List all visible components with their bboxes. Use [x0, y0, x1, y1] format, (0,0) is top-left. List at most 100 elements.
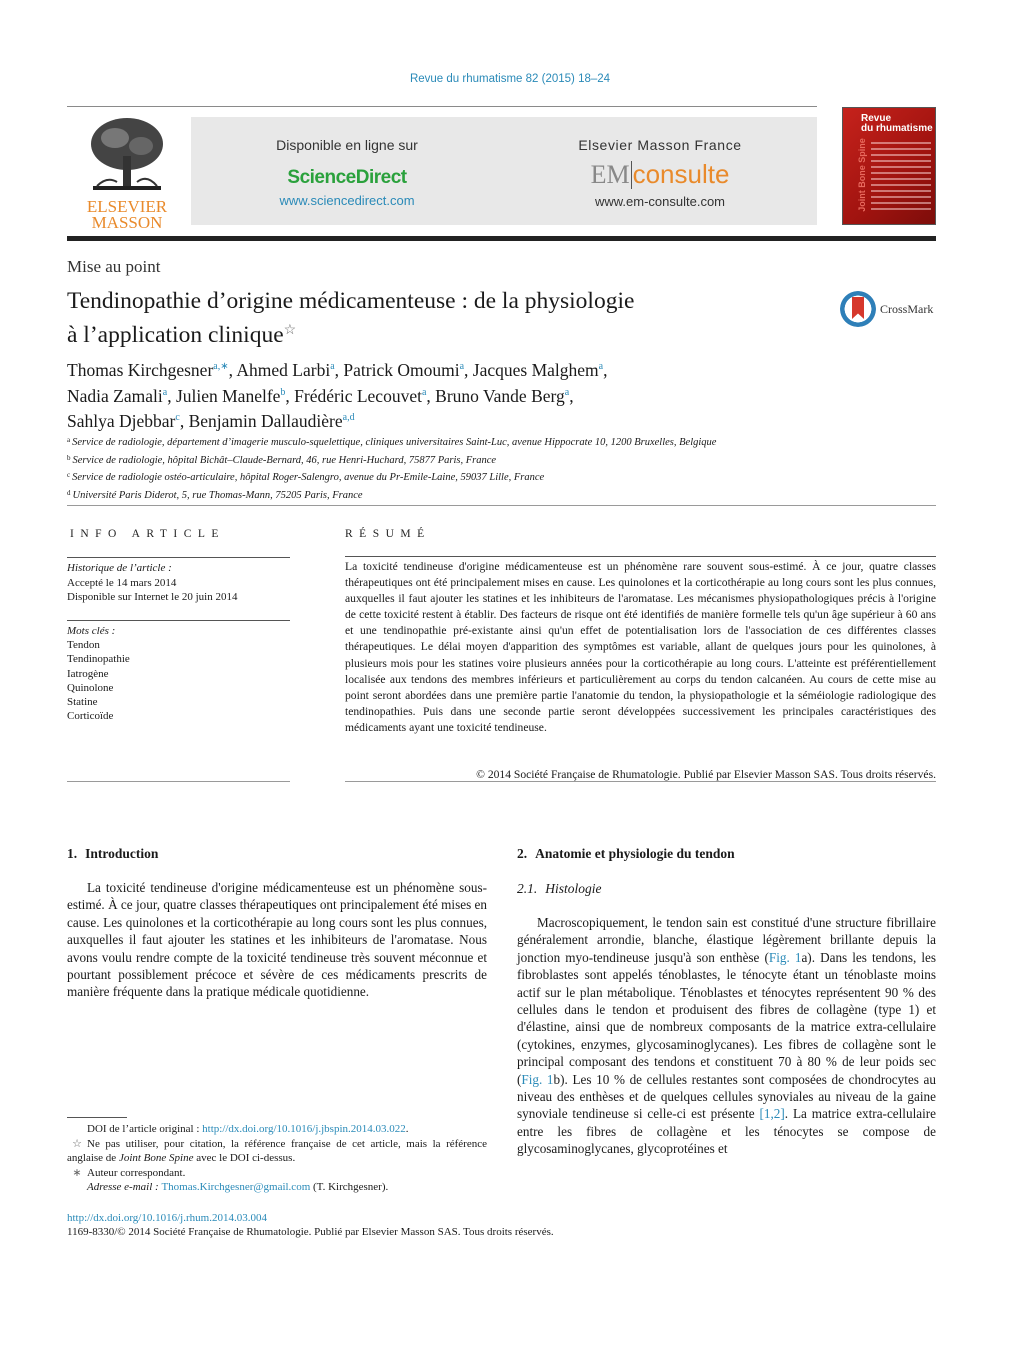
author-name[interactable]: Sahlya Djebbar	[67, 411, 175, 431]
author-separator: ,	[179, 411, 189, 431]
affiliation-text: Service de radiologie, hôpital Bichât–Cl…	[72, 454, 497, 466]
footnote-text: avec le DOI ci-dessus.	[193, 1152, 296, 1164]
affiliation-key: d	[67, 489, 71, 498]
section-number: 2.	[517, 846, 528, 861]
crossmark-button[interactable]: CrossMark	[840, 291, 940, 329]
author-name[interactable]: Thomas Kirchgesner	[67, 360, 213, 380]
journal-cover-image[interactable]: Revue du rhumatisme Joint Bone Spine	[842, 107, 936, 225]
article-title-line-1: Tendinopathie d’origine médicamenteuse :…	[67, 288, 635, 314]
sciencedirect-url-link[interactable]: www.sciencedirect.com	[191, 193, 503, 208]
affiliation-text: Service de radiologie, département d’ima…	[72, 437, 717, 448]
elsevier-masson-logo[interactable]: ELSEVIER MASSON	[82, 116, 172, 232]
article-doi-link[interactable]: http://dx.doi.org/10.1016/j.rhum.2014.03…	[67, 1212, 267, 1224]
author-separator: ,	[603, 360, 608, 380]
emconsulte-url-link[interactable]: www.em-consulte.com	[503, 194, 817, 209]
footnote-rule	[67, 1117, 127, 1118]
footnote-text: Auteur correspondant.	[87, 1166, 186, 1179]
footnote-original-doi: DOI de l’article original : http://dx.do…	[67, 1122, 487, 1137]
header-thick-rule	[67, 236, 936, 241]
subsection-number: 2.1.	[517, 881, 538, 896]
author-name[interactable]: Nadia Zamali	[67, 386, 163, 406]
header-rule	[67, 106, 817, 107]
author-name[interactable]: Jacques Malghem	[473, 360, 599, 380]
title-footnote-star-icon[interactable]: ☆	[284, 323, 297, 338]
elsevier-logo-text-2: MASSON	[91, 213, 163, 232]
figure-1-link[interactable]: Fig. 1	[769, 950, 802, 965]
author-separator: ,	[426, 385, 436, 406]
journal-reference-link[interactable]: Revue du rhumatisme 82 (2015) 18–24	[0, 73, 1020, 85]
affiliation-item: c Service de radiologie ostéo-articulaire…	[67, 468, 947, 486]
abstract-heading: RÉSUMÉ	[345, 528, 431, 540]
affiliation-key: c	[67, 471, 71, 480]
abstract-text: La toxicité tendineuse d'origine médicam…	[345, 560, 936, 734]
section-heading-introduction: 1. Introduction	[67, 846, 158, 862]
footnote-asterisk-icon: ∗	[72, 1166, 82, 1179]
cover-title: Revue du rhumatisme	[861, 114, 933, 134]
email-label: Adresse e-mail :	[87, 1181, 162, 1193]
author-email-link[interactable]: Thomas.Kirchgesner@gmail.com	[161, 1181, 310, 1193]
keyword-item: Quinolone	[67, 681, 114, 694]
history-accepted: Accepté le 14 mars 2014	[67, 576, 177, 589]
affiliation-text: Service de radiologie ostéo-articulaire,…	[72, 472, 545, 484]
section-number: 1.	[67, 846, 78, 861]
article-title-line-2: à l’application clinique	[67, 322, 284, 348]
emconsulte-logo-em: EM	[590, 160, 630, 189]
introduction-paragraph: La toxicité tendineuse d'origine médicam…	[67, 880, 487, 1000]
affiliation-item: d Université Paris Diderot, 5, rue Thomas…	[67, 486, 947, 504]
sciencedirect-block: Disponible en ligne sur ScienceDirect ww…	[191, 117, 503, 208]
paragraph-text: a). Dans les tendons, les fibroblastes s…	[517, 949, 937, 1087]
affiliations-rule	[67, 505, 936, 506]
availability-banner: Disponible en ligne sur ScienceDirect ww…	[191, 117, 817, 225]
footnote-star-icon: ☆	[72, 1137, 82, 1150]
subsection-title: Histologie	[545, 881, 602, 896]
figure-1b-link[interactable]: Fig. 1	[521, 1072, 553, 1087]
affiliation-item: a Service de radiologie, département d’im…	[67, 433, 947, 451]
author-name[interactable]: Bruno Vande Berg	[435, 386, 565, 406]
footnote-corresponding-author: ∗ Auteur correspondant.	[67, 1166, 487, 1181]
author-name[interactable]: Frédéric Lecouvet	[294, 386, 422, 406]
affiliation-key: a	[67, 436, 71, 444]
emconsulte-logo-divider	[630, 161, 632, 189]
history-online: Disponible sur Internet le 20 juin 2014	[67, 591, 238, 603]
sciencedirect-logo[interactable]: ScienceDirect	[191, 167, 503, 189]
affiliation-item: b Service de radiologie, hôpital Bichât–C…	[67, 451, 947, 469]
email-suffix: (T. Kirchgesner).	[310, 1181, 389, 1193]
author-affiliation-link[interactable]: a,∗	[213, 361, 228, 372]
article-title: Tendinopathie d’origine médicamenteuse :…	[67, 286, 787, 350]
section-title: Introduction	[85, 846, 159, 861]
article-info-heading: INFO ARTICLE	[70, 528, 225, 540]
affiliation-key: b	[67, 453, 71, 462]
author-separator: ,	[167, 385, 176, 406]
keyword-item: Iatrogène	[67, 667, 109, 680]
affiliation-text: Université Paris Diderot, 5, rue Thomas-…	[72, 490, 363, 502]
emconsulte-block: Elsevier Masson France EM consulte www.em…	[503, 117, 817, 209]
original-doi-link[interactable]: http://dx.doi.org/10.1016/j.jbspin.2014.…	[202, 1123, 406, 1135]
emconsulte-caption: Elsevier Masson France	[578, 137, 742, 153]
footnote-label: DOI de l’article original :	[87, 1123, 203, 1135]
footnote-email: Adresse e-mail : Thomas.Kirchgesner@gmai…	[67, 1180, 487, 1195]
issn-copyright-line: 1169-8330/© 2014 Société Française de Rh…	[67, 1226, 554, 1238]
abstract-bottom-rule	[345, 781, 936, 782]
footnote-punct: .	[405, 1123, 409, 1135]
article-type: Mise au point	[67, 257, 161, 276]
author-name[interactable]: Benjamin Dallaudière	[189, 411, 343, 431]
keyword-item: Tendinopathie	[67, 653, 130, 666]
author-separator: ,	[569, 385, 574, 406]
author-separator: ,	[464, 360, 473, 380]
author-name[interactable]: Julien Manelfe	[176, 386, 280, 406]
cover-side-text: Joint Bone Spine	[856, 138, 867, 212]
history-label: Historique de l’article :	[67, 562, 172, 574]
author-name[interactable]: Ahmed Larbi	[236, 360, 330, 380]
keywords-label: Mots clés :	[67, 625, 116, 637]
keywords-rule	[67, 620, 290, 621]
reference-link[interactable]: [1,2]	[759, 1106, 784, 1121]
footnote-citation-note: ☆ Ne pas utiliser, pour citation, la réfé…	[67, 1137, 487, 1166]
subsection-heading-histologie: 2.1. Histologie	[517, 881, 602, 897]
emconsulte-logo[interactable]: EM consulte	[503, 159, 817, 190]
emconsulte-logo-consulte: consulte	[632, 159, 730, 189]
keywords-list: Mots clés : Tendon Tendinopathie Iatrogè…	[67, 624, 130, 723]
footnote-journal-name: Joint Bone Spine	[118, 1152, 194, 1164]
author-affiliation-link[interactable]: a,d	[343, 412, 355, 423]
author-name[interactable]: Patrick Omoumi	[343, 360, 459, 380]
keyword-item: Tendon	[67, 639, 100, 652]
